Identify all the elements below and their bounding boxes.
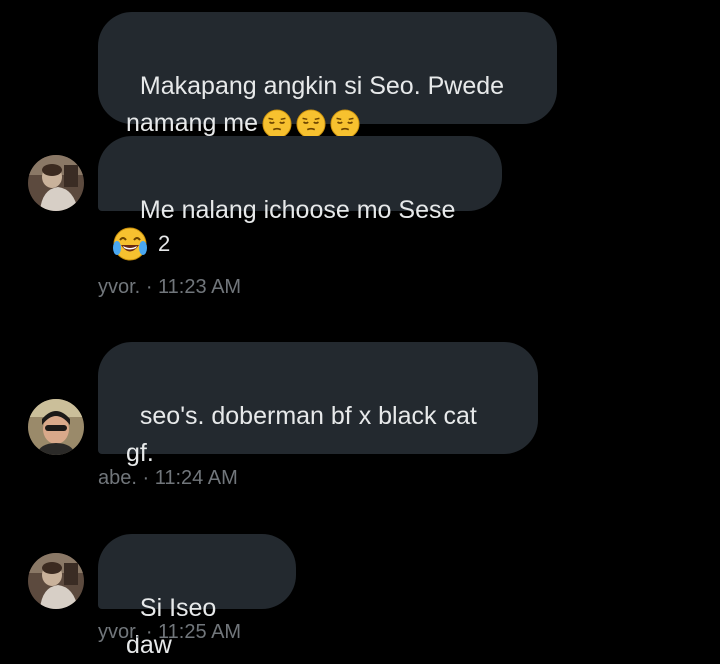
- message-bubble[interactable]: seo's. doberman bf x black cat gf.: [98, 342, 538, 467]
- meta-separator: ·: [145, 621, 153, 643]
- meta-separator: ·: [145, 276, 153, 298]
- avatar-image: [28, 553, 84, 609]
- message-text: Me nalang ichoose mo Sese: [139, 196, 456, 224]
- message-time: 11:25 AM: [158, 621, 242, 643]
- message-text: seo's. doberman bf x black cat gf.: [126, 402, 477, 467]
- message-bubble[interactable]: Me nalang ichoose mo Sese: [98, 136, 502, 224]
- meta-separator: ·: [142, 467, 150, 489]
- avatar[interactable]: [28, 155, 84, 211]
- message-meta: yvor. · 11:25 AM: [98, 621, 241, 644]
- message-meta: yvor. · 11:23 AM: [98, 276, 241, 299]
- message-bubble[interactable]: Si Iseo daw: [98, 534, 296, 659]
- message-time: 11:24 AM: [154, 467, 238, 489]
- avatar[interactable]: [28, 399, 84, 455]
- emoji-row: [262, 109, 360, 139]
- reaction-count: 2: [158, 231, 171, 256]
- message-bubble[interactable]: Makapang angkin si Seo. Pwede namang me: [98, 12, 557, 139]
- pensive-face-icon: [330, 109, 360, 139]
- avatar-image: [28, 155, 84, 211]
- pensive-face-icon: [296, 109, 326, 139]
- message-time: 11:23 AM: [158, 276, 242, 298]
- message-meta: abe. · 11:24 AM: [98, 467, 238, 490]
- avatar[interactable]: [28, 553, 84, 609]
- reaction-badge[interactable]: 2: [112, 226, 170, 262]
- avatar-image: [28, 399, 84, 455]
- sender-name[interactable]: yvor.: [98, 276, 140, 298]
- sender-name[interactable]: abe.: [98, 467, 137, 489]
- sender-name[interactable]: yvor.: [98, 621, 140, 643]
- face-with-tears-of-joy-icon: [113, 227, 147, 261]
- pensive-face-icon: [262, 109, 292, 139]
